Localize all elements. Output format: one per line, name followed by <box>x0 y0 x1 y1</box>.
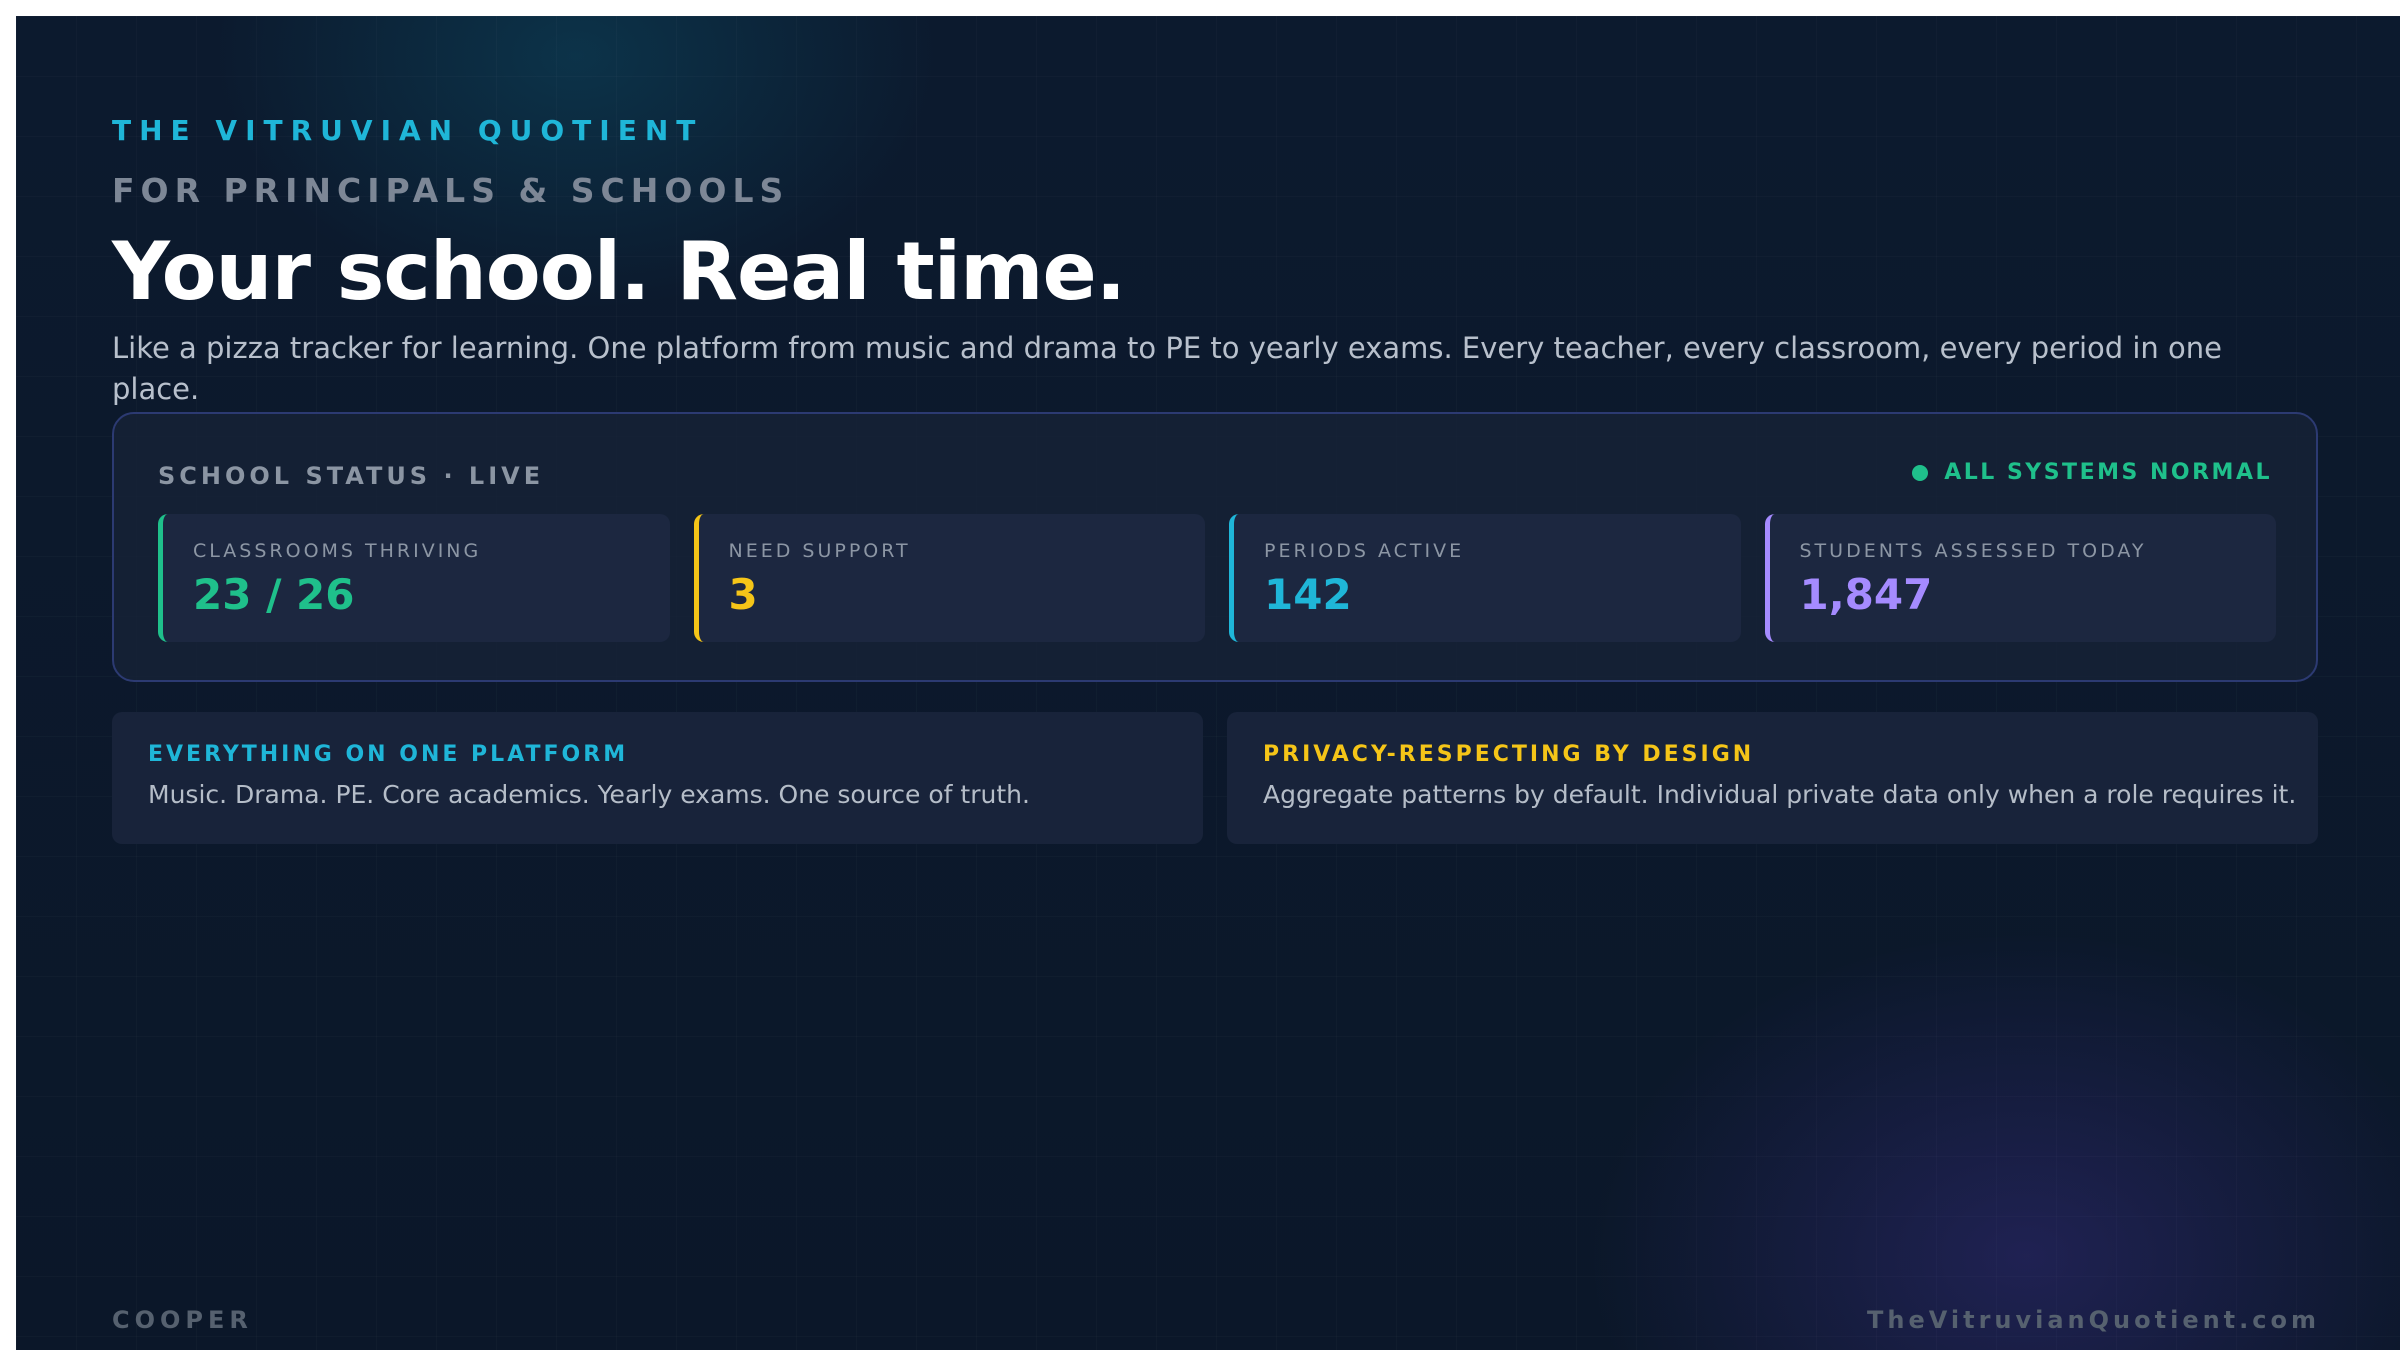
metric-label: CLASSROOMS THRIVING <box>193 540 482 562</box>
slide-content: THE VITRUVIAN QUOTIENT FOR PRINCIPALS & … <box>112 16 2320 1350</box>
school-status-panel: SCHOOL STATUS · LIVE ALL SYSTEMS NORMAL … <box>112 412 2318 682</box>
metric-card-periods-active: PERIODS ACTIVE 142 <box>1229 514 1741 642</box>
feature-row: EVERYTHING ON ONE PLATFORM Music. Drama.… <box>112 712 2318 844</box>
metric-card-need-support: NEED SUPPORT 3 <box>693 514 1205 642</box>
metrics-row: CLASSROOMS THRIVING 23 / 26 NEED SUPPORT… <box>158 514 2276 642</box>
page-title: Your school. Real time. <box>112 225 1126 318</box>
brand-eyebrow: THE VITRUVIAN QUOTIENT <box>112 114 704 147</box>
metric-label: PERIODS ACTIVE <box>1264 540 1465 562</box>
feature-title: PRIVACY-RESPECTING BY DESIGN <box>1263 742 1755 767</box>
metric-card-students-assessed: STUDENTS ASSESSED TODAY 1,847 <box>1764 514 2276 642</box>
feature-card-privacy: PRIVACY-RESPECTING BY DESIGN Aggregate p… <box>1227 712 2318 844</box>
metric-label: NEED SUPPORT <box>728 540 911 562</box>
status-panel-title: SCHOOL STATUS · LIVE <box>158 462 545 490</box>
feature-title: EVERYTHING ON ONE PLATFORM <box>148 742 629 767</box>
metric-value: 142 <box>1264 570 1352 619</box>
system-status-indicator: ALL SYSTEMS NORMAL <box>1912 460 2272 485</box>
footer-author: COOPER <box>112 1306 253 1334</box>
feature-description: Aggregate patterns by default. Individua… <box>1263 780 2297 809</box>
metric-card-classrooms-thriving: CLASSROOMS THRIVING 23 / 26 <box>158 514 670 642</box>
page-subtitle: Like a pizza tracker for learning. One p… <box>112 331 2222 406</box>
feature-card-one-platform: EVERYTHING ON ONE PLATFORM Music. Drama.… <box>112 712 1203 844</box>
system-status-label: ALL SYSTEMS NORMAL <box>1944 460 2272 485</box>
slide: THE VITRUVIAN QUOTIENT FOR PRINCIPALS & … <box>16 16 2400 1350</box>
metric-value: 1,847 <box>1799 570 1933 619</box>
feature-description: Music. Drama. PE. Core academics. Yearly… <box>148 780 1030 809</box>
status-dot-icon <box>1912 464 1929 481</box>
metric-label: STUDENTS ASSESSED TODAY <box>1799 540 2147 562</box>
audience-label: FOR PRINCIPALS & SCHOOLS <box>112 171 790 210</box>
footer-website: TheVitruvianQuotient.com <box>1866 1306 2320 1334</box>
metric-value: 23 / 26 <box>193 570 355 619</box>
metric-value: 3 <box>728 570 758 619</box>
